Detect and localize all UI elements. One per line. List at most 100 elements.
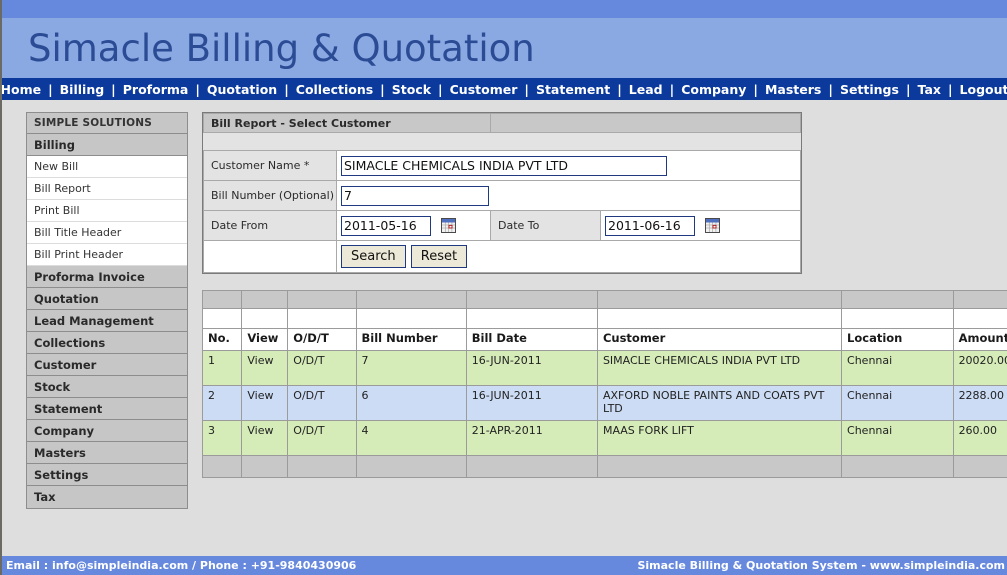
- cell-odt[interactable]: O/D/T: [288, 386, 356, 421]
- spacer-cell: [466, 291, 597, 309]
- spacer-cell: [466, 309, 597, 329]
- nav-item-proforma[interactable]: Proforma: [123, 82, 189, 97]
- column-header-amount: Amount: [953, 329, 1007, 351]
- sidebar-group-statement[interactable]: Statement: [27, 398, 187, 420]
- customer-name-label: Customer Name *: [204, 151, 337, 181]
- date-range-row: Date From: [204, 211, 801, 241]
- sidebar-group-stock[interactable]: Stock: [27, 376, 187, 398]
- sidebar-group-masters[interactable]: Masters: [27, 442, 187, 464]
- spacer-cell: [842, 309, 954, 329]
- date-to-input[interactable]: [605, 216, 695, 236]
- column-header-location: Location: [842, 329, 954, 351]
- results-footer-band: [203, 456, 1007, 478]
- bill-results-table: No.ViewO/D/TBill NumberBill DateCustomer…: [202, 290, 1007, 478]
- cell-no: 1: [203, 351, 242, 386]
- sidebar-group-proforma-invoice[interactable]: Proforma Invoice: [27, 266, 187, 288]
- bill-report-filter-panel: Bill Report - Select Customer Customer N…: [202, 112, 802, 274]
- cell-amount: 20020.00: [953, 351, 1007, 386]
- cell-no: 2: [203, 386, 242, 421]
- customer-name-input[interactable]: [341, 156, 667, 176]
- application-window: Simacle Billing & Quotation Home|Billing…: [0, 0, 1007, 575]
- nav-separator: |: [821, 82, 840, 97]
- nav-item-customer[interactable]: Customer: [450, 82, 518, 97]
- sidebar-group-billing[interactable]: Billing: [27, 134, 187, 156]
- sidebar-group-company[interactable]: Company: [27, 420, 187, 442]
- column-header-o-d-t: O/D/T: [288, 329, 356, 351]
- nav-item-settings[interactable]: Settings: [840, 82, 899, 97]
- panel-spacer-row: [204, 133, 801, 151]
- action-row-label-filler: [204, 241, 337, 273]
- spacer-cell: [242, 456, 288, 478]
- spacer-cell: [953, 291, 1007, 309]
- bill-number-input[interactable]: [341, 186, 489, 206]
- sidebar-group-settings[interactable]: Settings: [27, 464, 187, 486]
- date-from-input[interactable]: [341, 216, 431, 236]
- spacer-cell: [842, 291, 954, 309]
- nav-item-billing[interactable]: Billing: [60, 82, 105, 97]
- spacer-cell: [597, 456, 841, 478]
- sidebar-item-bill-title-header[interactable]: Bill Title Header: [27, 222, 187, 244]
- nav-item-statement[interactable]: Statement: [536, 82, 610, 97]
- cell-view[interactable]: View: [242, 386, 288, 421]
- spacer-cell: [466, 456, 597, 478]
- nav-separator: |: [277, 82, 296, 97]
- bill-number-cell: [337, 181, 801, 211]
- results-blank-band: [203, 309, 1007, 329]
- table-row: 3ViewO/D/T421-APR-2011MAAS FORK LIFTChen…: [203, 421, 1007, 456]
- sidebar-item-bill-print-header[interactable]: Bill Print Header: [27, 244, 187, 266]
- spacer-cell: [288, 456, 356, 478]
- panel-header-filler: [491, 114, 801, 133]
- main-navigation[interactable]: Home|Billing|Proforma|Quotation|Collecti…: [2, 78, 1007, 100]
- nav-item-collections[interactable]: Collections: [296, 82, 373, 97]
- column-header-customer: Customer: [597, 329, 841, 351]
- sidebar-brand: SIMPLE SOLUTIONS: [27, 113, 187, 134]
- table-row: 2ViewO/D/T616-JUN-2011AXFORD NOBLE PAINT…: [203, 386, 1007, 421]
- sidebar-item-bill-report[interactable]: Bill Report: [27, 178, 187, 200]
- cell-bill-date: 16-JUN-2011: [466, 351, 597, 386]
- panel-header-row: Bill Report - Select Customer: [204, 114, 801, 133]
- cell-amount: 260.00: [953, 421, 1007, 456]
- cell-odt[interactable]: O/D/T: [288, 421, 356, 456]
- bill-number-row: Bill Number (Optional): [204, 181, 801, 211]
- reset-button[interactable]: Reset: [411, 245, 467, 268]
- cell-bill-number: 4: [356, 421, 466, 456]
- footer-brand: Simacle Billing & Quotation System - www…: [637, 559, 1005, 572]
- cell-odt[interactable]: O/D/T: [288, 351, 356, 386]
- calendar-icon-to[interactable]: [705, 218, 720, 233]
- nav-separator: |: [104, 82, 123, 97]
- nav-item-logout[interactable]: Logout: [960, 82, 1007, 97]
- search-button[interactable]: Search: [341, 245, 406, 268]
- sidebar-group-customer[interactable]: Customer: [27, 354, 187, 376]
- cell-customer: MAAS FORK LIFT: [597, 421, 841, 456]
- spacer-cell: [242, 309, 288, 329]
- calendar-icon-from[interactable]: [441, 218, 456, 233]
- nav-item-home[interactable]: Home: [1, 82, 42, 97]
- sidebar-group-tax[interactable]: Tax: [27, 486, 187, 508]
- cell-view[interactable]: View: [242, 421, 288, 456]
- cell-bill-date: 16-JUN-2011: [466, 386, 597, 421]
- sidebar-group-collections[interactable]: Collections: [27, 332, 187, 354]
- cell-customer: AXFORD NOBLE PAINTS AND COATS PVT LTD: [597, 386, 841, 421]
- cell-bill-date: 21-APR-2011: [466, 421, 597, 456]
- sidebar-item-new-bill[interactable]: New Bill: [27, 156, 187, 178]
- nav-separator: |: [746, 82, 765, 97]
- spacer-cell: [242, 291, 288, 309]
- nav-item-tax[interactable]: Tax: [918, 82, 941, 97]
- sidebar-item-print-bill[interactable]: Print Bill: [27, 200, 187, 222]
- nav-item-stock[interactable]: Stock: [392, 82, 431, 97]
- spacer-cell: [288, 291, 356, 309]
- sidebar-group-lead-management[interactable]: Lead Management: [27, 310, 187, 332]
- nav-item-masters[interactable]: Masters: [765, 82, 821, 97]
- nav-item-company[interactable]: Company: [681, 82, 746, 97]
- spacer-cell: [203, 309, 242, 329]
- nav-item-lead[interactable]: Lead: [629, 82, 663, 97]
- nav-separator: |: [517, 82, 536, 97]
- spacer-cell: [953, 309, 1007, 329]
- nav-separator: |: [41, 82, 60, 97]
- cell-view[interactable]: View: [242, 351, 288, 386]
- sidebar-group-quotation[interactable]: Quotation: [27, 288, 187, 310]
- bill-results-container: No.ViewO/D/TBill NumberBill DateCustomer…: [202, 290, 1007, 478]
- nav-item-quotation[interactable]: Quotation: [207, 82, 277, 97]
- spacer-cell: [288, 309, 356, 329]
- results-header-row: No.ViewO/D/TBill NumberBill DateCustomer…: [203, 329, 1007, 351]
